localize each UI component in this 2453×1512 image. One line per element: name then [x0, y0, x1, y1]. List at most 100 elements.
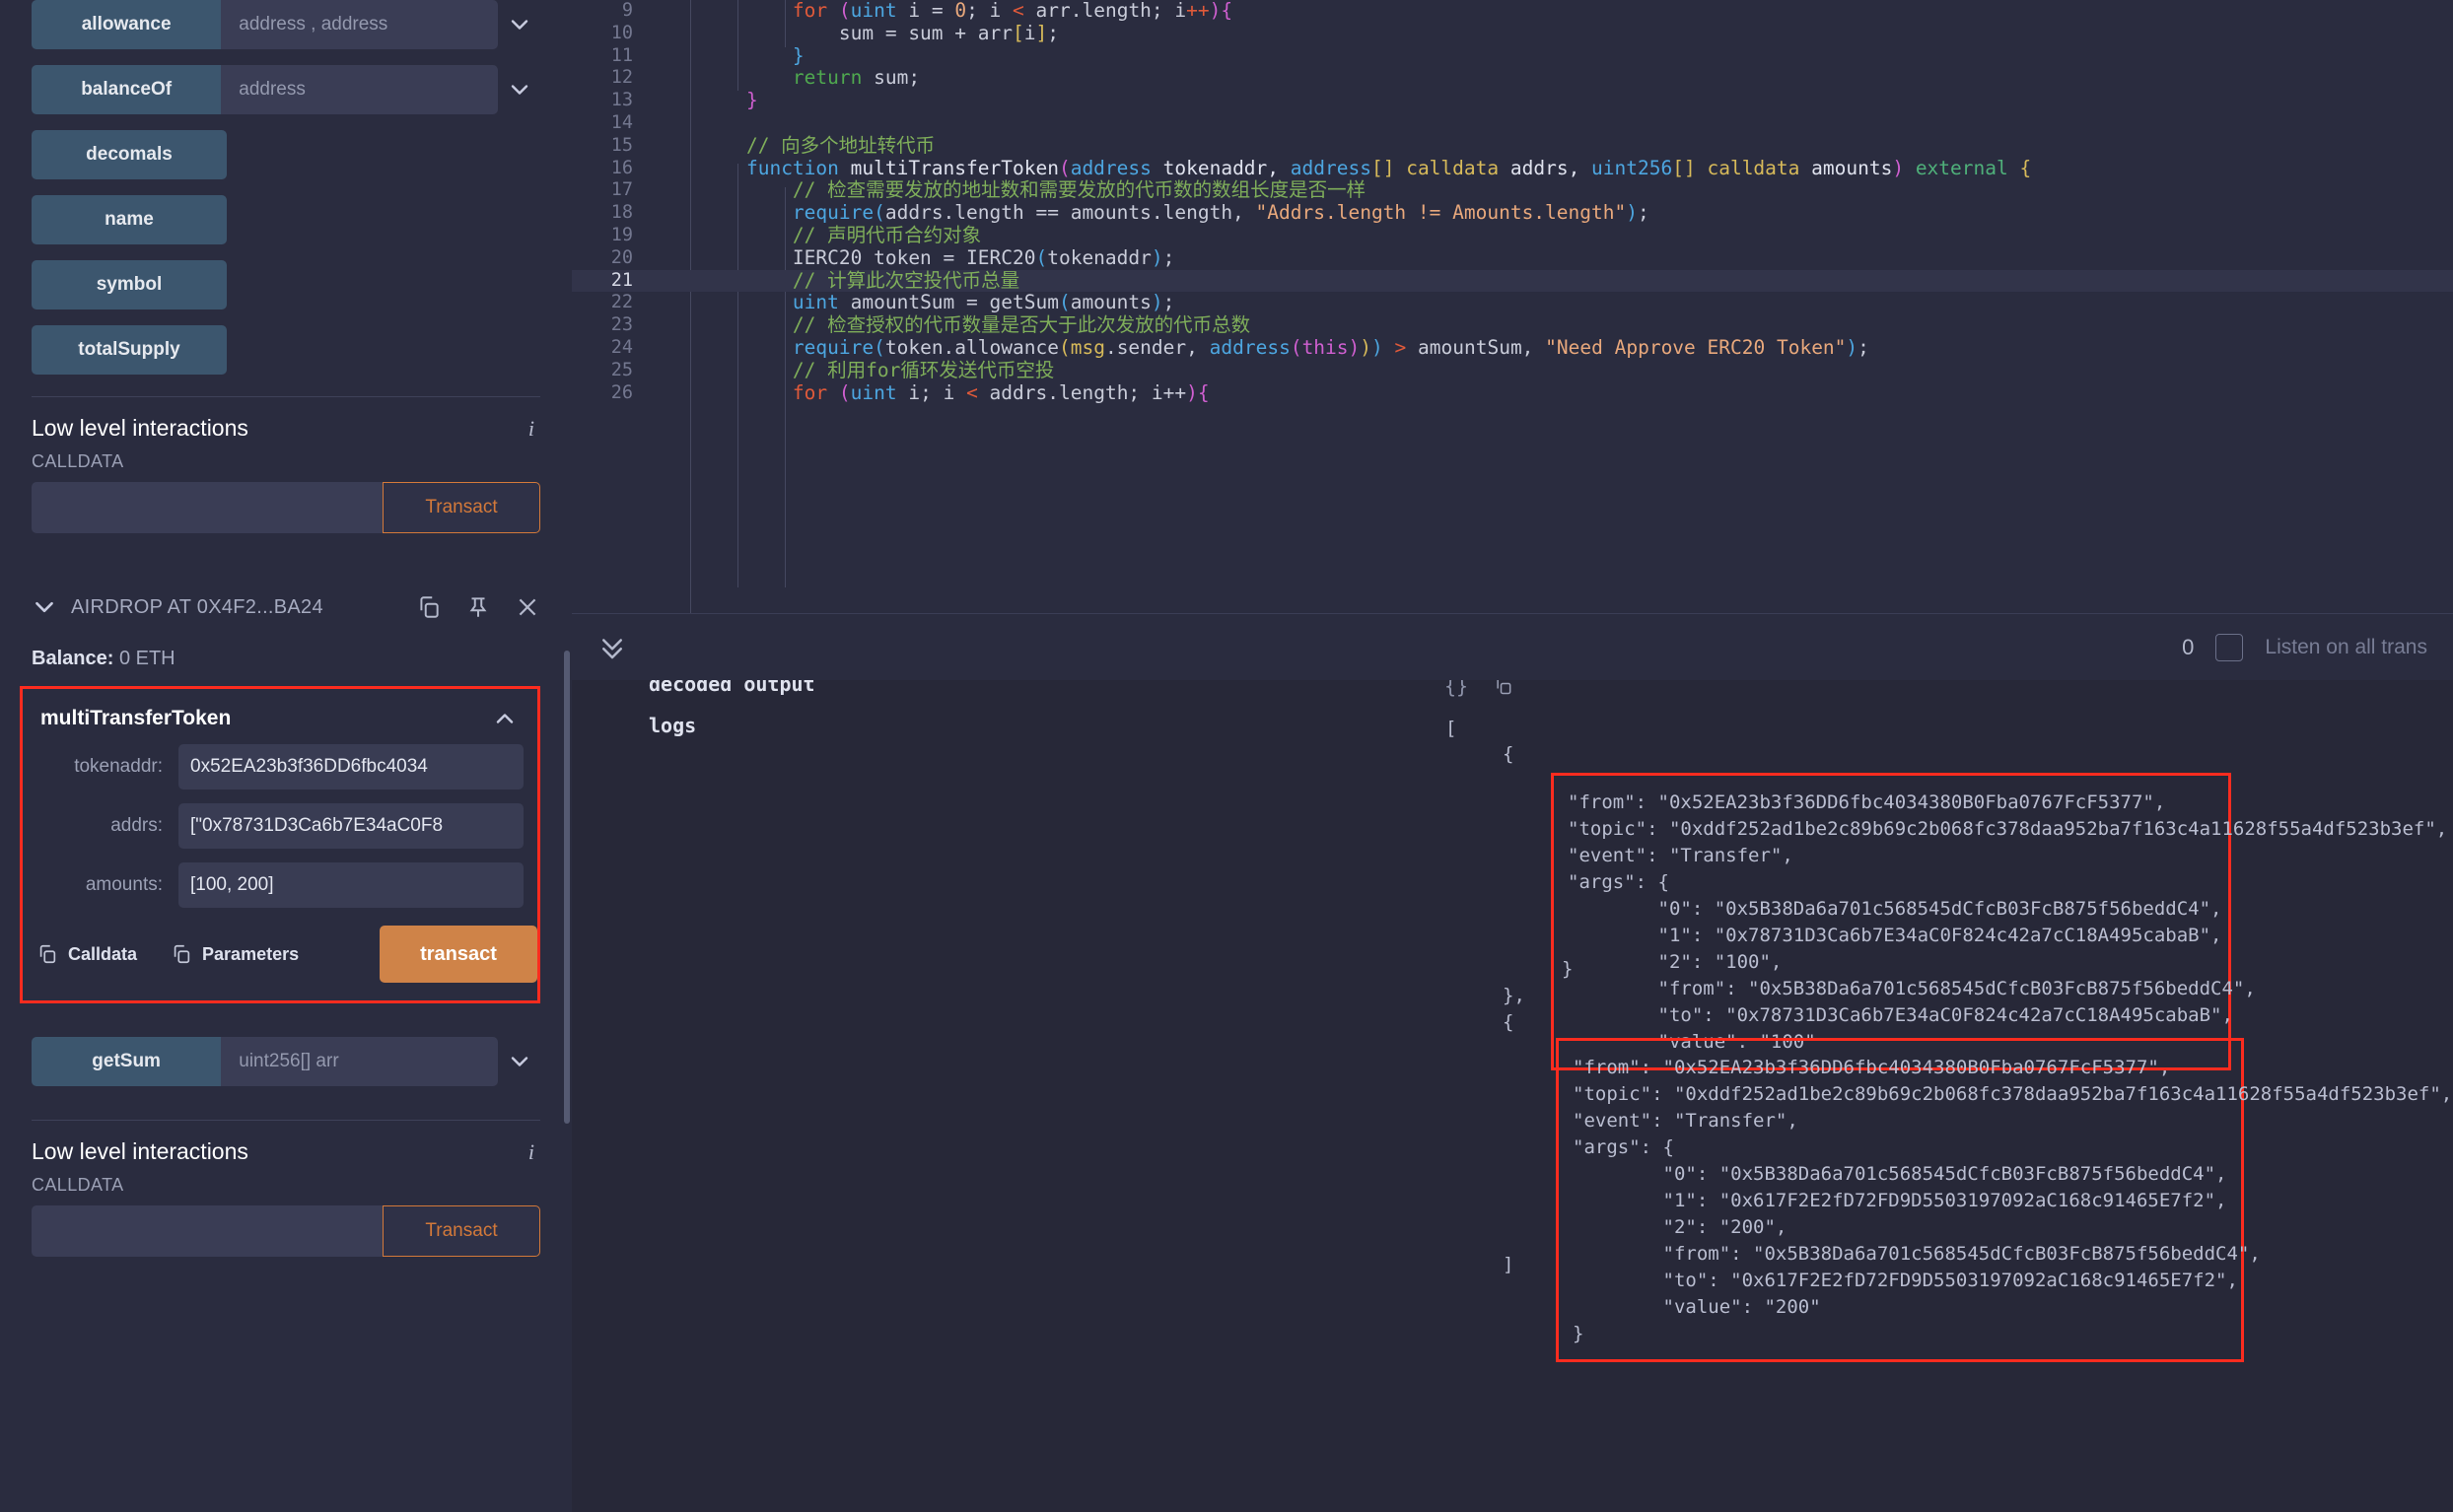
close-icon[interactable] — [515, 594, 540, 620]
line-number-20: 20 — [572, 247, 657, 270]
code-line-17[interactable]: 17 // 检查需要发放的地址数和需要发放的代币数的数组长度是否一样 — [572, 179, 2453, 202]
code-text-13: } — [700, 90, 2453, 112]
code-line-20[interactable]: 20 IERC20 token = IERC20(tokenaddr); — [572, 247, 2453, 270]
symbol-button[interactable]: symbol — [32, 260, 227, 309]
code-text-10: sum = sum + arr[i]; — [700, 23, 2453, 45]
code-line-16[interactable]: 16 function multiTransferToken(address t… — [572, 158, 2453, 180]
param-label-tokenaddr: tokenaddr: — [23, 756, 178, 778]
logs-open-bracket: [ — [1445, 716, 1456, 742]
copy-parameters-action[interactable]: Parameters — [171, 943, 299, 965]
code-text-11: } — [700, 45, 2453, 68]
log-brace-open-1: { — [1503, 741, 1513, 768]
code-line-9[interactable]: 9 for (uint i = 0; i < arr.length; i++){ — [572, 0, 2453, 23]
calldata-input-1[interactable] — [32, 482, 383, 533]
double-chevron-down-icon[interactable] — [597, 633, 627, 662]
left-panel-scrollbar[interactable] — [564, 0, 572, 1512]
param-input-addrs[interactable] — [178, 803, 524, 849]
calldata-label: CALLDATA — [32, 451, 540, 472]
transact-button-multitransfertoken[interactable]: transact — [380, 926, 537, 983]
getsum-button[interactable]: getSum — [32, 1037, 221, 1086]
allowance-input[interactable] — [221, 0, 498, 49]
code-line-19[interactable]: 19 // 声明代币合约对象 — [572, 225, 2453, 247]
calldata-label: CALLDATA — [32, 1175, 540, 1196]
param-input-tokenaddr[interactable] — [178, 744, 524, 790]
chevron-down-icon[interactable] — [498, 0, 540, 49]
param-label-amounts: amounts: — [23, 874, 178, 896]
copy-icon[interactable] — [416, 594, 442, 620]
name-button[interactable]: name — [32, 195, 227, 244]
code-line-15[interactable]: 15 // 向多个地址转代币 — [572, 135, 2453, 158]
logs-open-bracket-text: [ — [1445, 718, 1456, 739]
code-line-18[interactable]: 18 require(addrs.length == amounts.lengt… — [572, 202, 2453, 225]
chevron-down-icon[interactable] — [498, 65, 540, 114]
logs-label-text: logs — [649, 714, 696, 737]
multitransfertoken-title: multiTransferToken — [40, 707, 231, 730]
log-brace-open-2-text: { — [1503, 1011, 1513, 1033]
calldata-input-2[interactable] — [32, 1205, 383, 1257]
log-entry-2-json: "from": "0x52EA23b3f36DD6fbc4034380B0Fba… — [1573, 1055, 2229, 1347]
terminal-toolbar: 0 Listen on all trans — [572, 613, 2453, 680]
line-number-17: 17 — [572, 179, 657, 202]
log-brace-close-1-text: } — [1562, 958, 1573, 980]
param-input-amounts[interactable] — [178, 862, 524, 908]
totalsupply-button[interactable]: totalSupply — [32, 325, 227, 375]
scrollbar-thumb[interactable] — [564, 651, 570, 1124]
chevron-down-icon[interactable] — [498, 1037, 540, 1086]
code-line-21[interactable]: 21 // 计算此次空投代币总量 — [572, 270, 2453, 293]
function-row-decomals: decomals — [32, 130, 540, 179]
param-row-amounts: amounts: — [23, 862, 537, 908]
code-editor[interactable]: 9 for (uint i = 0; i < arr.length; i++){… — [572, 0, 2453, 613]
copy-calldata-action[interactable]: Calldata — [36, 943, 137, 965]
logs-close-bracket-text: ] — [1503, 1254, 1513, 1275]
line-number-10: 10 — [572, 23, 657, 45]
code-line-26[interactable]: 26 for (uint i; i < addrs.length; i++){ — [572, 382, 2453, 405]
info-icon[interactable]: i — [528, 1139, 540, 1165]
code-line-24[interactable]: 24 require(token.allowance(msg.sender, a… — [572, 337, 2453, 360]
code-text-9: for (uint i = 0; i < arr.length; i++){ — [700, 0, 2453, 23]
chevron-down-icon[interactable] — [32, 594, 57, 620]
code-line-22[interactable]: 22 uint amountSum = getSum(amounts); — [572, 292, 2453, 314]
line-number-11: 11 — [572, 45, 657, 68]
code-line-14[interactable]: 14 — [572, 112, 2453, 135]
code-line-13[interactable]: 13 } — [572, 90, 2453, 112]
balanceof-input[interactable] — [221, 65, 498, 114]
code-text-22: uint amountSum = getSum(amounts); — [700, 292, 2453, 314]
param-row-addrs: addrs: — [23, 803, 537, 849]
low-level-title: Low level interactions — [32, 415, 248, 442]
getsum-input[interactable] — [221, 1037, 498, 1086]
transact-button-2[interactable]: Transact — [383, 1205, 540, 1257]
listen-on-all-transactions-checkbox[interactable] — [2215, 634, 2243, 661]
udapp-left-panel: allowance balanceOf decomals name — [0, 0, 572, 1512]
pin-icon[interactable] — [465, 594, 491, 620]
code-text-20: IERC20 token = IERC20(tokenaddr); — [700, 247, 2453, 270]
terminal-output[interactable]: decoded output {} logs [ { — [572, 680, 2453, 1512]
info-icon[interactable]: i — [528, 416, 540, 442]
decoded-output-value: {} — [1444, 680, 1468, 698]
listen-on-all-transactions-label: Listen on all trans — [2265, 636, 2427, 659]
line-number-18: 18 — [572, 202, 657, 225]
code-text-24: require(token.allowance(msg.sender, addr… — [700, 337, 2453, 360]
balance-row: Balance: 0 ETH — [32, 648, 540, 670]
decomals-button[interactable]: decomals — [32, 130, 227, 179]
code-text-18: require(addrs.length == amounts.length, … — [700, 202, 2453, 225]
balance-label: Balance: — [32, 648, 113, 669]
allowance-button[interactable]: allowance — [32, 0, 221, 49]
code-line-10[interactable]: 10 sum = sum + arr[i]; — [572, 23, 2453, 45]
contract-instance-header: AIRDROP AT 0X4F2...BA24 — [32, 594, 540, 620]
balanceof-button[interactable]: balanceOf — [32, 65, 221, 114]
decoded-output-label: decoded output — [649, 680, 815, 696]
transact-button-1[interactable]: Transact — [383, 482, 540, 533]
code-line-23[interactable]: 23 // 检查授权的代币数量是否大于此次发放的代币总数 — [572, 314, 2453, 337]
code-line-12[interactable]: 12 return sum; — [572, 67, 2453, 90]
decoded-output-copy[interactable] — [1494, 680, 1513, 700]
function-row-name: name — [32, 195, 540, 244]
chevron-up-icon[interactable] — [490, 707, 520, 730]
code-line-11[interactable]: 11 } — [572, 45, 2453, 68]
code-line-25[interactable]: 25 // 利用for循环发送代币空投 — [572, 360, 2453, 382]
pending-count: 0 — [2182, 635, 2194, 660]
divider — [32, 1120, 540, 1121]
code-text-12: return sum; — [700, 67, 2453, 90]
line-number-21: 21 — [572, 270, 657, 293]
copy-icon — [36, 943, 58, 965]
log-brace-open-2: { — [1503, 1009, 1513, 1036]
